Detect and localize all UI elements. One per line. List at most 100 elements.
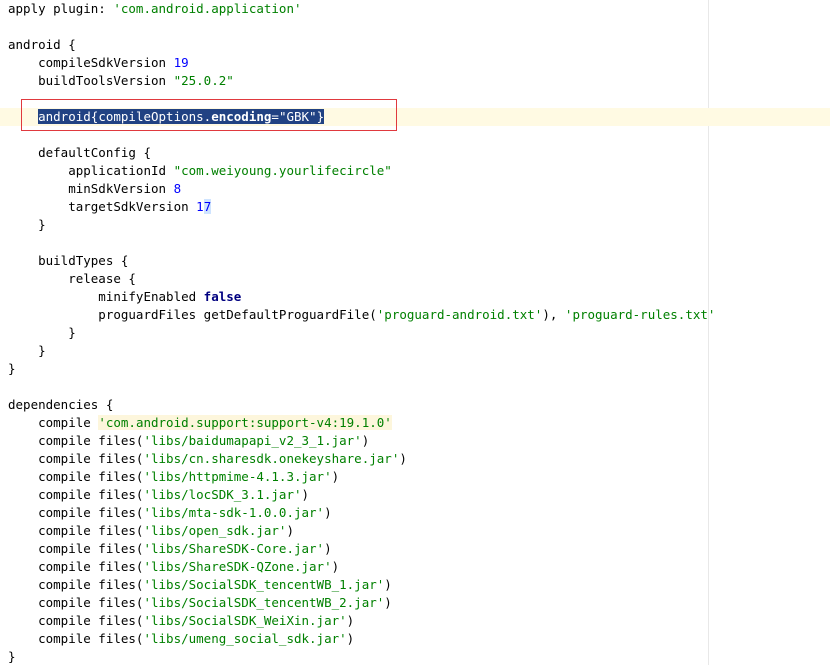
code-token: android { [8,37,76,52]
code-token: ) [324,541,332,556]
code-line[interactable]: dependencies { [0,396,830,414]
code-line[interactable]: compile 'com.android.support:support-v4:… [0,414,830,432]
code-token: 'proguard-rules.txt' [564,307,716,322]
code-token: 19 [173,55,189,70]
code-token: 'com.android.application' [113,1,302,16]
code-token: compile files( [8,559,144,574]
code-line[interactable]: compile files('libs/ShareSDK-Core.jar') [0,540,830,558]
code-line[interactable]: release { [0,270,830,288]
code-token: 'libs/httpmime-4.1.3.jar' [143,469,332,484]
code-line[interactable]: minifyEnabled false [0,288,830,306]
code-token: 1 [196,199,204,214]
code-line[interactable]: minSdkVersion 8 [0,180,830,198]
code-token: compile files( [8,523,144,538]
code-token: ) [384,577,392,592]
code-token: ) [361,433,370,448]
code-token: compile [8,415,99,430]
code-token: ), [542,307,565,322]
code-token: } [8,649,16,664]
code-token: } [8,343,46,358]
code-token: 'libs/umeng_social_sdk.jar' [143,631,347,646]
code-token: ) [331,559,340,574]
code-editor[interactable]: apply plugin: 'com.android.application' a… [0,0,830,665]
code-token: minSdkVersion [8,181,174,196]
code-line[interactable] [0,18,830,36]
code-token: buildToolsVersion [8,73,174,88]
code-token: compile files( [8,595,144,610]
code-token: ) [331,469,340,484]
code-token: 'libs/cn.sharesdk.onekeyshare.jar' [143,451,400,466]
code-token: 7 [203,199,212,214]
code-line[interactable]: compile files('libs/SocialSDK_tencentWB_… [0,594,830,612]
code-token: 'libs/SocialSDK_tencentWB_2.jar' [143,595,385,610]
code-token: } [316,109,325,124]
code-line[interactable]: compile files('libs/baidumapapi_v2_3_1.j… [0,432,830,450]
code-token: ) [301,487,310,502]
code-token: } [8,325,76,340]
code-line[interactable]: compile files('libs/httpmime-4.1.3.jar') [0,468,830,486]
code-line[interactable]: compile files('libs/cn.sharesdk.onekeysh… [0,450,830,468]
code-line[interactable]: apply plugin: 'com.android.application' [0,0,830,18]
code-token: dependencies { [8,397,114,412]
code-token: apply plugin: [8,1,114,16]
code-token: ) [384,595,392,610]
code-line[interactable]: compile files('libs/ShareSDK-QZone.jar') [0,558,830,576]
code-token: targetSdkVersion [8,199,197,214]
code-line[interactable]: buildTypes { [0,252,830,270]
code-token: compile files( [8,487,144,502]
code-token: 'proguard-android.txt' [376,307,543,322]
code-line[interactable]: } [0,342,830,360]
code-token: 'libs/ShareSDK-QZone.jar' [143,559,332,574]
code-token: ) [286,523,294,538]
code-token: } [8,361,16,376]
code-token: "GBK" [278,109,317,124]
code-line[interactable]: } [0,216,830,234]
code-token: 8 [173,181,182,196]
code-line[interactable]: android{compileOptions.encoding="GBK"} [0,108,830,126]
code-token: minifyEnabled [8,289,204,304]
code-token: 'libs/SocialSDK_WeiXin.jar' [143,613,347,628]
code-token: ) [399,451,407,466]
code-line[interactable]: android { [0,36,830,54]
code-token: "com.weiyoung.yourlifecircle" [173,163,392,178]
code-line[interactable]: } [0,360,830,378]
code-token: ) [324,505,332,520]
code-token: compile files( [8,433,144,448]
code-token: ) [346,613,355,628]
code-line[interactable]: buildToolsVersion "25.0.2" [0,72,830,90]
code-token: 'com.android.support:support-v4:19.1.0' [98,415,392,430]
code-line[interactable] [0,126,830,144]
code-token: compile files( [8,451,144,466]
code-line[interactable]: compile files('libs/umeng_social_sdk.jar… [0,630,830,648]
code-line[interactable]: compile files('libs/open_sdk.jar') [0,522,830,540]
code-token: compileSdkVersion [8,55,174,70]
code-line[interactable]: applicationId "com.weiyoung.yourlifecirc… [0,162,830,180]
code-token: compile files( [8,631,144,646]
code-line[interactable]: defaultConfig { [0,144,830,162]
code-token: compile files( [8,613,144,628]
code-line[interactable] [0,378,830,396]
code-line[interactable]: targetSdkVersion 17 [0,198,830,216]
code-line[interactable]: compileSdkVersion 19 [0,54,830,72]
code-token: 'libs/ShareSDK-Core.jar' [143,541,325,556]
code-token: buildTypes { [8,253,129,268]
code-line[interactable] [0,90,830,108]
code-token: "25.0.2" [173,73,234,88]
code-token: android{compileOptions. [38,109,212,124]
code-line[interactable]: compile files('libs/mta-sdk-1.0.0.jar') [0,504,830,522]
code-token: = [271,109,279,124]
code-token: } [8,217,46,232]
code-token: applicationId [8,163,174,178]
code-line[interactable]: compile files('libs/locSDK_3.1.jar') [0,486,830,504]
code-token: release { [8,271,136,286]
code-line[interactable]: compile files('libs/SocialSDK_tencentWB_… [0,576,830,594]
code-line[interactable] [0,234,830,252]
code-token: compile files( [8,541,144,556]
code-line[interactable]: } [0,324,830,342]
code-token: 'libs/SocialSDK_tencentWB_1.jar' [143,577,385,592]
code-token: 'libs/baidumapapi_v2_3_1.jar' [143,433,362,448]
code-line[interactable]: } [0,648,830,666]
code-line[interactable]: proguardFiles getDefaultProguardFile('pr… [0,306,830,324]
code-line[interactable]: compile files('libs/SocialSDK_WeiXin.jar… [0,612,830,630]
code-token: 'libs/locSDK_3.1.jar' [143,487,302,502]
